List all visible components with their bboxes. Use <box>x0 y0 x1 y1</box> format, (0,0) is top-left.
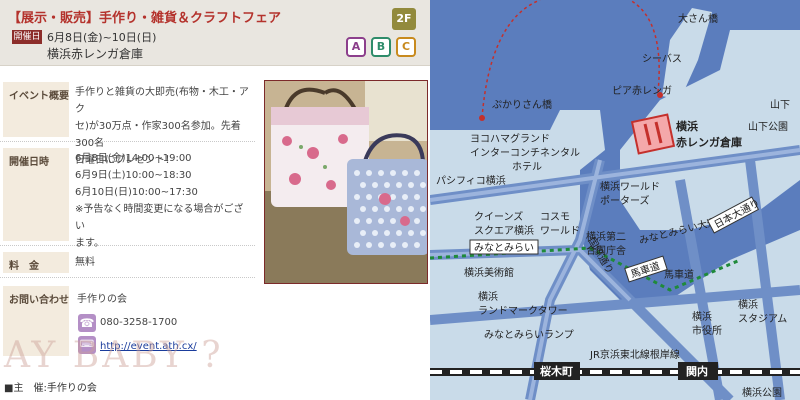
overview-row: イベント概要 手作りと雑貨の大即売(布物・木工・アク セ)が30万点・作家300… <box>0 78 255 166</box>
label-stadium-2: スタジアム <box>738 313 787 325</box>
label-kannai: 関内 <box>686 364 708 378</box>
label-godo-1: 横浜第二 <box>586 230 626 243</box>
label-grand-3: ホテル <box>512 161 542 173</box>
schedule-row: 開催日時 6月8日(金)14:00~19:00 6月9日(土)10:00~18:… <box>0 144 255 249</box>
category-b-badge: B <box>371 37 391 57</box>
label-stadium-1: 横浜 <box>738 298 758 311</box>
tote-bags-image <box>265 81 427 283</box>
map-canvas: 大さん橋 シーバス ピア赤レンガ ぷかりさん橋 山下 山下公園 ヨコハマグランド… <box>430 0 800 400</box>
contact-name: 手作りの会 <box>77 294 127 305</box>
label-pacifico: パシフィコ横浜 <box>436 174 506 187</box>
label-sakuragicho: 桜木町 <box>540 364 573 378</box>
redbrick-building <box>630 113 676 155</box>
label-porters-1: 横浜ワールド <box>600 180 660 193</box>
label-yamashita-park: 山下公園 <box>748 121 788 133</box>
schedule-label: 開催日時 <box>3 148 69 241</box>
label-jr-line: JR京浜東北線根岸線 <box>589 348 680 361</box>
label-porters-2: ポーターズ <box>600 194 650 207</box>
pukari-pier-marker <box>479 115 485 121</box>
label-yokohama-park: 横浜公園 <box>742 386 782 399</box>
label-landmark-2: ランドマークタワー <box>478 305 568 317</box>
label-redbrick-1: 横浜 <box>676 119 698 133</box>
access-map: 大さん橋 シーバス ピア赤レンガ ぷかりさん橋 山下 山下公園 ヨコハマグランド… <box>430 0 800 400</box>
organizer-text: ■主 催:手作りの会 <box>4 383 97 394</box>
category-a-badge: A <box>346 37 366 57</box>
label-grand-2: インターコンチネンタル <box>470 147 580 159</box>
category-c-badge: C <box>396 37 416 57</box>
label-art-museum: 横浜美術館 <box>464 266 514 279</box>
label-queens-2: スクエア横浜 <box>474 224 534 237</box>
label-cityhall-1: 横浜 <box>692 310 712 323</box>
label-pier: ピア赤レンガ <box>612 85 672 97</box>
fee-value: 無料 <box>75 257 95 268</box>
overview-label: イベント概要 <box>3 82 69 137</box>
watermark-text: AY BABY ? <box>4 335 224 376</box>
label-bashamichi-st: 馬車道 <box>664 268 694 281</box>
label-redbrick-2: 赤レンガ倉庫 <box>676 135 742 149</box>
event-venue: 横浜赤レンガ倉庫 <box>47 47 144 61</box>
label-cosmo-2: ワールド <box>540 226 580 237</box>
event-title: 【展示・販売】手作り・雑貨＆クラフトフェア <box>8 11 282 26</box>
label-seabass: シーバス <box>642 53 682 65</box>
phone-icon: ☎ <box>78 314 96 332</box>
event-panel: 【展示・販売】手作り・雑貨＆クラフトフェア 開催日 6月8日(金)~10日(日)… <box>0 0 430 400</box>
label-grand-1: ヨコハマグランド <box>470 132 550 145</box>
event-header: 【展示・販売】手作り・雑貨＆クラフトフェア 開催日 6月8日(金)~10日(日)… <box>0 0 430 66</box>
label-cosmo-1: コスモ <box>540 212 570 223</box>
floor-badge: 2F <box>392 8 416 30</box>
label-yamashita: 山下 <box>770 99 790 111</box>
label-pukari: ぷかりさん橋 <box>492 98 552 111</box>
label-osanbashi: 大さん橋 <box>678 12 718 25</box>
label-minatomirai-station: みなとみらい <box>474 242 534 254</box>
event-photo <box>264 80 428 284</box>
label-cityhall-2: 市役所 <box>692 324 722 337</box>
label-landmark-1: 横浜 <box>478 290 498 303</box>
fee-row: 料 金 無料 <box>0 248 255 278</box>
event-dates: 6月8日(金)~10日(日) <box>47 31 157 44</box>
label-lamp: みなとみらいランプ <box>484 329 574 341</box>
label-queens-1: クイーンズ <box>474 210 523 223</box>
label-godo-2: 合同庁舎 <box>586 244 626 257</box>
fee-label: 料 金 <box>3 252 69 273</box>
contact-phone: 080-3258-1700 <box>100 317 178 328</box>
date-badge: 開催日 <box>12 30 42 44</box>
schedule-text: 6月8日(金)14:00~19:00 6月9日(土)10:00~18:30 6月… <box>75 153 244 249</box>
